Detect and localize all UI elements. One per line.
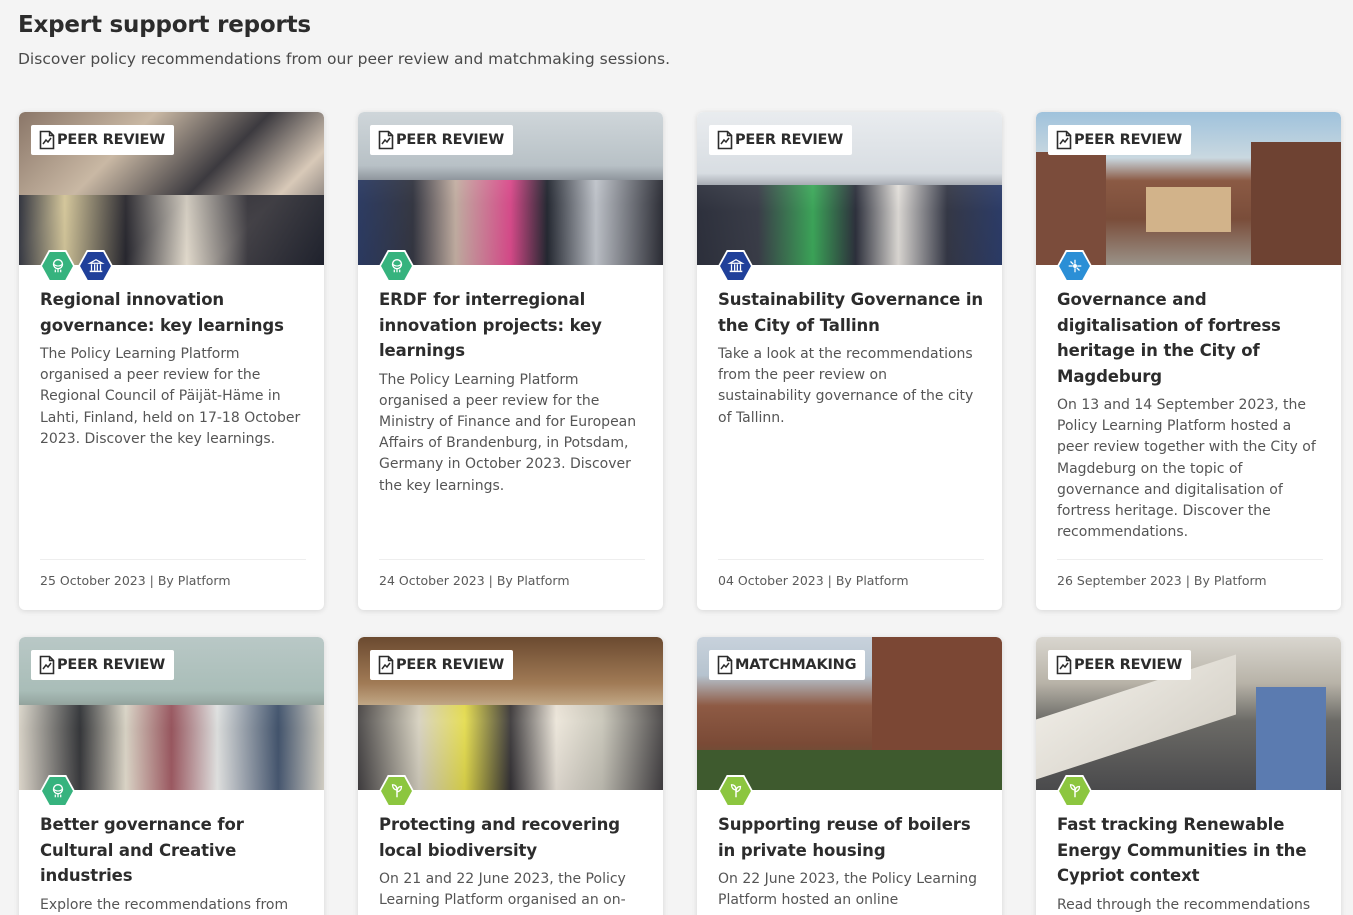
category-tag: PEER REVIEW <box>370 125 514 155</box>
digital-topic-icon <box>1057 250 1092 282</box>
tag-label: PEER REVIEW <box>396 132 505 148</box>
card-meta: 24 October 2023 | By Platform <box>379 559 645 588</box>
page-header: Expert support reports Discover policy r… <box>18 12 670 68</box>
tag-label: PEER REVIEW <box>57 657 166 673</box>
tag-label: PEER REVIEW <box>735 132 844 148</box>
card-title[interactable]: Protecting and recovering local biodiver… <box>379 812 645 863</box>
report-card[interactable]: PEER REVIEW Sustainability Governance in… <box>697 112 1002 610</box>
card-photo: PEER REVIEW <box>358 112 663 265</box>
report-card[interactable]: MATCHMAKING Supporting reuse of boilers … <box>697 637 1002 915</box>
card-photo: PEER REVIEW <box>1036 112 1341 265</box>
card-meta: 04 October 2023 | By Platform <box>718 559 984 588</box>
category-tag: PEER REVIEW <box>709 125 853 155</box>
tag-label: MATCHMAKING <box>735 657 857 673</box>
report-card[interactable]: PEER REVIEW Protecting and recovering lo… <box>358 637 663 915</box>
category-tag: PEER REVIEW <box>1048 650 1192 680</box>
topic-badges <box>1057 250 1092 282</box>
document-icon <box>38 655 56 675</box>
card-title[interactable]: Governance and digitalisation of fortres… <box>1057 287 1323 389</box>
report-card[interactable]: PEER REVIEW ERDF for interregional innov… <box>358 112 663 610</box>
card-title[interactable]: Supporting reuse of boilers in private h… <box>718 812 984 863</box>
card-title[interactable]: Sustainability Governance in the City of… <box>718 287 984 338</box>
document-icon <box>1055 655 1073 675</box>
report-card[interactable]: PEER REVIEW Better governance for Cultur… <box>19 637 324 915</box>
card-description: Explore the recommendations from <box>40 896 289 913</box>
card-description: On 22 June 2023, the Policy Learning Pla… <box>718 871 977 909</box>
topic-badges <box>1057 775 1092 807</box>
document-icon <box>377 655 395 675</box>
topic-badges <box>718 775 753 807</box>
institution-topic-icon <box>718 250 753 282</box>
environment-topic-icon <box>718 775 753 807</box>
category-tag: PEER REVIEW <box>1048 125 1192 155</box>
document-icon <box>38 130 56 150</box>
document-icon <box>377 130 395 150</box>
report-card[interactable]: PEER REVIEW Regional innovation governan… <box>19 112 324 610</box>
reports-grid: PEER REVIEW Regional innovation governan… <box>19 112 1341 915</box>
governance-topic-icon <box>379 250 414 282</box>
card-title[interactable]: Better governance for Cultural and Creat… <box>40 812 306 889</box>
document-icon <box>1055 130 1073 150</box>
card-photo: MATCHMAKING <box>697 637 1002 790</box>
card-meta: 25 October 2023 | By Platform <box>40 559 306 588</box>
governance-topic-icon <box>40 775 75 807</box>
card-photo: PEER REVIEW <box>697 112 1002 265</box>
report-card[interactable]: PEER REVIEW Governance and digitalisatio… <box>1036 112 1341 610</box>
category-tag: PEER REVIEW <box>370 650 514 680</box>
card-photo: PEER REVIEW <box>358 637 663 790</box>
card-description: On 13 and 14 September 2023, the Policy … <box>1057 397 1316 541</box>
card-title[interactable]: Regional innovation governance: key lear… <box>40 287 306 338</box>
document-icon <box>716 130 734 150</box>
card-description: Read through the recommendations <box>1057 896 1311 913</box>
card-description: Take a look at the recommendations from … <box>718 346 974 426</box>
card-description: The Policy Learning Platform organised a… <box>379 371 637 494</box>
topic-badges <box>40 250 113 282</box>
governance-topic-icon <box>40 250 75 282</box>
tag-label: PEER REVIEW <box>1074 657 1183 673</box>
tag-label: PEER REVIEW <box>1074 132 1183 148</box>
category-tag: PEER REVIEW <box>31 125 175 155</box>
card-meta: 26 September 2023 | By Platform <box>1057 559 1323 588</box>
tag-label: PEER REVIEW <box>57 132 166 148</box>
card-photo: PEER REVIEW <box>1036 637 1341 790</box>
document-icon <box>716 655 734 675</box>
topic-badges <box>718 250 753 282</box>
card-title[interactable]: ERDF for interregional innovation projec… <box>379 287 645 364</box>
card-description: The Policy Learning Platform organised a… <box>40 346 301 447</box>
card-photo: PEER REVIEW <box>19 637 324 790</box>
category-tag: MATCHMAKING <box>709 650 866 680</box>
environment-topic-icon <box>379 775 414 807</box>
category-tag: PEER REVIEW <box>31 650 175 680</box>
page-subtitle: Discover policy recommendations from our… <box>18 50 671 68</box>
card-title[interactable]: Fast tracking Renewable Energy Communiti… <box>1057 812 1323 889</box>
report-card[interactable]: PEER REVIEW Fast tracking Renewable Ener… <box>1036 637 1341 915</box>
tag-label: PEER REVIEW <box>396 657 505 673</box>
institution-topic-icon <box>78 250 113 282</box>
page-title: Expert support reports <box>18 12 311 38</box>
card-description: On 21 and 22 June 2023, the Policy Learn… <box>379 871 626 909</box>
topic-badges <box>40 775 75 807</box>
environment-topic-icon <box>1057 775 1092 807</box>
card-photo: PEER REVIEW <box>19 112 324 265</box>
topic-badges <box>379 250 414 282</box>
topic-badges <box>379 775 414 807</box>
